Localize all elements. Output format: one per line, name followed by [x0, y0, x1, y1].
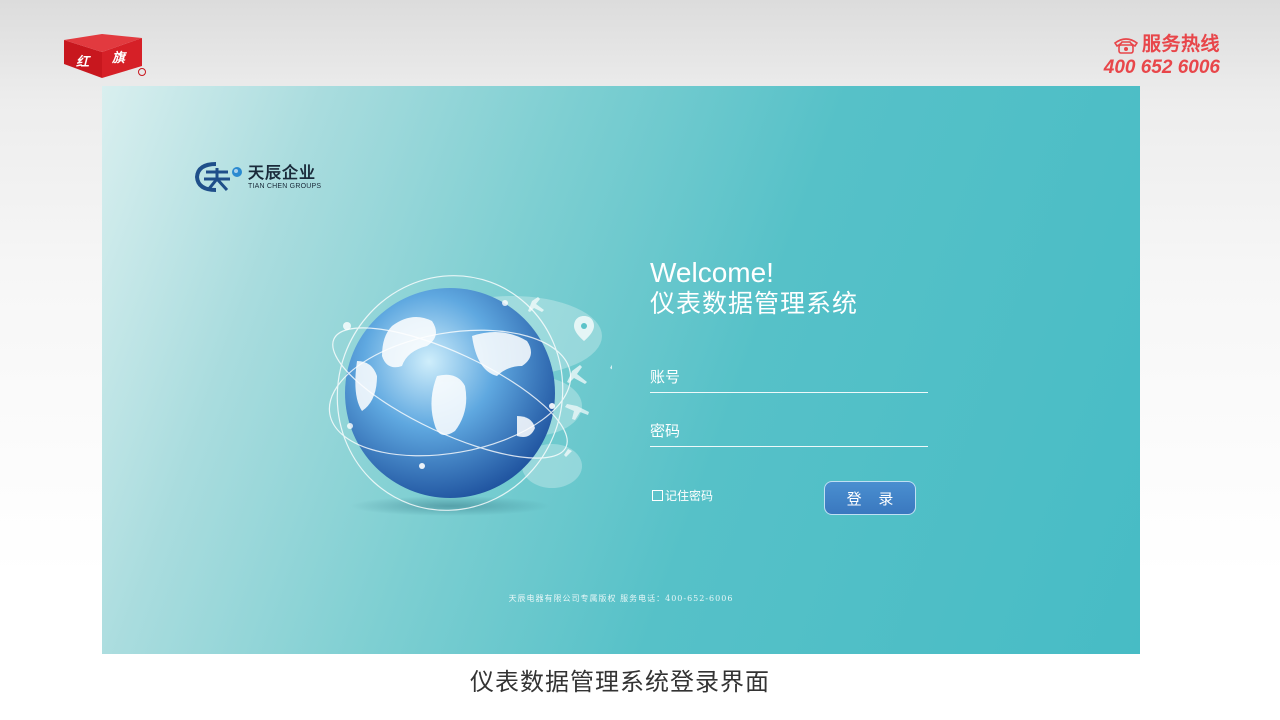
login-form: Welcome! 仪表数据管理系统 记住密码 登 录 [650, 257, 950, 515]
login-button[interactable]: 登 录 [824, 481, 916, 515]
svg-text:红: 红 [76, 54, 91, 70]
brand-logo: 红 旗 [62, 34, 148, 80]
page-caption: 仪表数据管理系统登录界面 [470, 668, 770, 696]
system-title: 仪表数据管理系统 [650, 289, 859, 318]
username-input[interactable] [650, 362, 928, 392]
service-hotline: 服务热线 400 652 6006 [1104, 34, 1220, 79]
svg-text:旗: 旗 [111, 50, 127, 66]
telephone-icon [1113, 38, 1139, 54]
welcome-heading: Welcome! [650, 257, 774, 288]
hongqi-logo-icon: 红 旗 [64, 34, 146, 78]
username-field [650, 362, 928, 393]
password-field [650, 416, 928, 447]
company-name-en: TIAN CHEN GROUPS [248, 182, 322, 190]
globe-illustration [328, 275, 612, 516]
password-input[interactable] [650, 416, 928, 446]
login-panel: 天辰企业 TIAN CHEN GROUPS Welcome! 仪表数据管理系统 … [102, 86, 1140, 654]
tianchen-logo-icon [194, 162, 242, 192]
hotline-number: 400 652 6006 [1103, 57, 1220, 78]
company-logo: 天辰企业 TIAN CHEN GROUPS [194, 160, 321, 194]
remember-password-label: 记住密码 [665, 489, 714, 503]
company-name-cn: 天辰企业 [248, 162, 317, 182]
remember-password-checkbox[interactable] [652, 490, 663, 501]
remember-password[interactable]: 记住密码 [652, 487, 713, 504]
hotline-title: 服务热线 [1141, 34, 1220, 55]
copyright-text: 天辰电器有限公司专属版权 服务电话：400-652-6006 [508, 594, 734, 603]
